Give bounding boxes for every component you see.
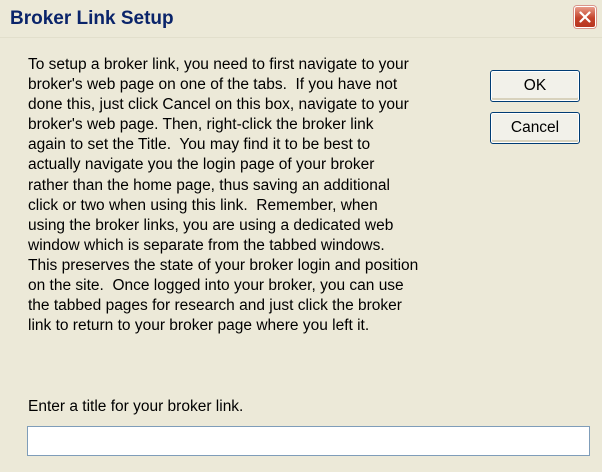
- instructions-line: This preserves the state of your broker …: [28, 256, 419, 274]
- instructions-line: window which is separate from the tabbed…: [28, 236, 385, 254]
- instructions-line: broker's web page on one of the tabs. If…: [28, 76, 398, 94]
- close-icon: [579, 11, 591, 23]
- instructions-line: done this, just click Cancel on this box…: [28, 96, 409, 114]
- cancel-button[interactable]: Cancel: [490, 112, 580, 144]
- instructions-line: click or two when using this link. Remem…: [28, 196, 378, 214]
- instructions-line: again to set the Title. You may find it …: [28, 136, 371, 154]
- instructions-line: actually navigate you the login page of …: [28, 156, 375, 174]
- close-button[interactable]: [574, 6, 596, 28]
- window-title: Broker Link Setup: [10, 8, 174, 29]
- instructions-line: on the site. Once logged into your broke…: [28, 277, 404, 295]
- title-bar[interactable]: Broker Link Setup: [0, 0, 602, 38]
- instructions-line: To setup a broker link, you need to firs…: [28, 56, 409, 73]
- instructions-line: the tabbed pages for research and just c…: [28, 297, 402, 315]
- instructions-line: using the broker links, you are using a …: [28, 216, 394, 234]
- instructions-line: link to return to your broker page where…: [28, 317, 370, 335]
- broker-link-title-input[interactable]: [27, 426, 590, 456]
- ok-button[interactable]: OK: [490, 70, 580, 102]
- instructions-line: rather than the home page, thus saving a…: [28, 176, 390, 194]
- instructions-text: To setup a broker link, you need to firs…: [28, 55, 490, 336]
- title-prompt-label: Enter a title for your broker link.: [28, 398, 244, 415]
- broker-link-setup-dialog: Broker Link Setup To setup a broker link…: [0, 0, 602, 472]
- instructions-line: broker's web page. Then, right-click the…: [28, 116, 374, 134]
